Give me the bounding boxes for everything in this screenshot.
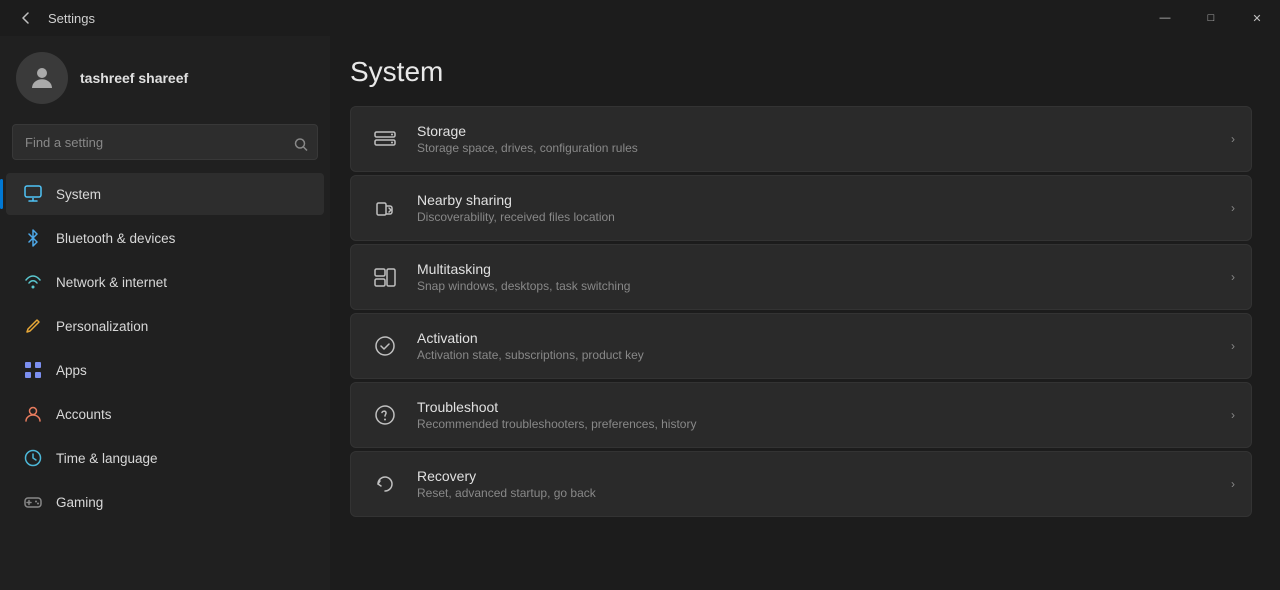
apps-icon: [22, 359, 44, 381]
titlebar: Settings — □ ✕: [0, 0, 1280, 36]
setting-row-storage[interactable]: Storage Storage space, drives, configura…: [350, 106, 1252, 172]
main-content: System Storage Storage space, drives, co…: [330, 36, 1280, 590]
storage-chevron: ›: [1231, 132, 1235, 146]
bluetooth-icon: [22, 227, 44, 249]
sidebar: tashreef shareef System: [0, 36, 330, 590]
accounts-icon: [22, 403, 44, 425]
nearby-sharing-chevron: ›: [1231, 201, 1235, 215]
setting-row-activation[interactable]: Activation Activation state, subscriptio…: [350, 313, 1252, 379]
sidebar-item-personalization[interactable]: Personalization: [6, 305, 324, 347]
activation-desc: Activation state, subscriptions, product…: [417, 348, 1223, 362]
nearby-sharing-title: Nearby sharing: [417, 192, 1223, 208]
user-name: tashreef shareef: [80, 70, 188, 86]
sidebar-item-label-accounts: Accounts: [56, 407, 112, 422]
multitasking-title: Multitasking: [417, 261, 1223, 277]
setting-row-troubleshoot[interactable]: Troubleshoot Recommended troubleshooters…: [350, 382, 1252, 448]
troubleshoot-text: Troubleshoot Recommended troubleshooters…: [417, 399, 1223, 431]
sidebar-item-label-personalization: Personalization: [56, 319, 148, 334]
system-icon: [22, 183, 44, 205]
multitasking-chevron: ›: [1231, 270, 1235, 284]
multitasking-desc: Snap windows, desktops, task switching: [417, 279, 1223, 293]
network-icon: [22, 271, 44, 293]
activation-chevron: ›: [1231, 339, 1235, 353]
search-input[interactable]: [12, 124, 318, 160]
avatar: [16, 52, 68, 104]
recovery-title: Recovery: [417, 468, 1223, 484]
window-title: Settings: [48, 11, 95, 26]
search-container: [0, 120, 330, 172]
nearby-sharing-text: Nearby sharing Discoverability, received…: [417, 192, 1223, 224]
recovery-icon: [367, 466, 403, 502]
multitasking-text: Multitasking Snap windows, desktops, tas…: [417, 261, 1223, 293]
activation-title: Activation: [417, 330, 1223, 346]
maximize-button[interactable]: □: [1188, 0, 1234, 36]
close-button[interactable]: ✕: [1234, 0, 1280, 36]
page-title: System: [350, 56, 1252, 88]
activation-icon: [367, 328, 403, 364]
time-icon: [22, 447, 44, 469]
window-controls: — □ ✕: [1142, 0, 1280, 36]
minimize-button[interactable]: —: [1142, 0, 1188, 36]
storage-title: Storage: [417, 123, 1223, 139]
sidebar-item-time[interactable]: Time & language: [6, 437, 324, 479]
recovery-text: Recovery Reset, advanced startup, go bac…: [417, 468, 1223, 500]
back-button[interactable]: [12, 4, 40, 32]
storage-text: Storage Storage space, drives, configura…: [417, 123, 1223, 155]
sidebar-item-network[interactable]: Network & internet: [6, 261, 324, 303]
sidebar-item-system[interactable]: System: [6, 173, 324, 215]
multitasking-icon: [367, 259, 403, 295]
setting-row-multitasking[interactable]: Multitasking Snap windows, desktops, tas…: [350, 244, 1252, 310]
troubleshoot-chevron: ›: [1231, 408, 1235, 422]
setting-row-nearby-sharing[interactable]: Nearby sharing Discoverability, received…: [350, 175, 1252, 241]
sidebar-item-label-network: Network & internet: [56, 275, 167, 290]
sidebar-item-bluetooth[interactable]: Bluetooth & devices: [6, 217, 324, 259]
troubleshoot-desc: Recommended troubleshooters, preferences…: [417, 417, 1223, 431]
sidebar-item-gaming[interactable]: Gaming: [6, 481, 324, 523]
gaming-icon: [22, 491, 44, 513]
recovery-chevron: ›: [1231, 477, 1235, 491]
sidebar-item-accounts[interactable]: Accounts: [6, 393, 324, 435]
storage-icon: [367, 121, 403, 157]
nearby-sharing-desc: Discoverability, received files location: [417, 210, 1223, 224]
sidebar-item-label-apps: Apps: [56, 363, 87, 378]
sidebar-item-label-bluetooth: Bluetooth & devices: [56, 231, 175, 246]
troubleshoot-icon: [367, 397, 403, 433]
sidebar-item-label-time: Time & language: [56, 451, 158, 466]
user-profile[interactable]: tashreef shareef: [0, 36, 330, 120]
nearby-sharing-icon: [367, 190, 403, 226]
personalization-icon: [22, 315, 44, 337]
sidebar-item-label-system: System: [56, 187, 101, 202]
sidebar-item-label-gaming: Gaming: [56, 495, 103, 510]
setting-row-recovery[interactable]: Recovery Reset, advanced startup, go bac…: [350, 451, 1252, 517]
activation-text: Activation Activation state, subscriptio…: [417, 330, 1223, 362]
sidebar-item-apps[interactable]: Apps: [6, 349, 324, 391]
troubleshoot-title: Troubleshoot: [417, 399, 1223, 415]
storage-desc: Storage space, drives, configuration rul…: [417, 141, 1223, 155]
recovery-desc: Reset, advanced startup, go back: [417, 486, 1223, 500]
app-body: tashreef shareef System: [0, 36, 1280, 590]
